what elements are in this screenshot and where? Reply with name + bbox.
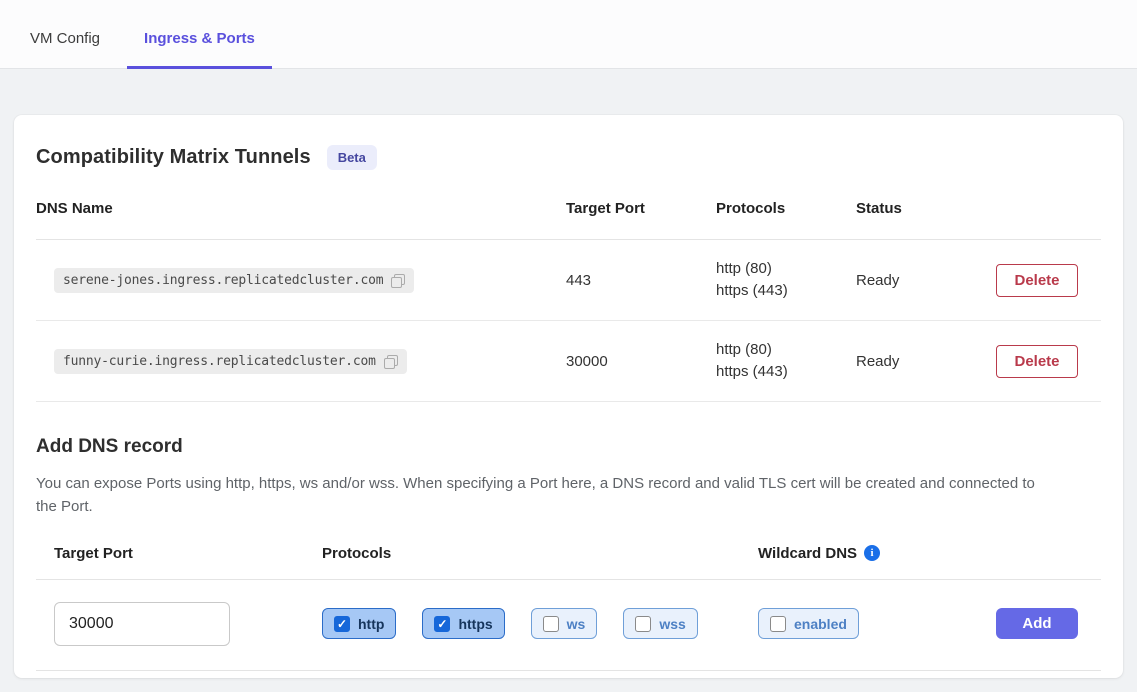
protocols-checkbox-group: http https ws wss [322, 608, 758, 639]
form-labels-row: Target Port Protocols Wildcard DNS i [36, 545, 1101, 580]
dns-name-pill: funny-curie.ingress.replicatedcluster.co… [54, 349, 407, 374]
col-header-target-port: Target Port [566, 180, 716, 239]
add-button[interactable]: Add [996, 608, 1078, 639]
tab-ingress-ports[interactable]: Ingress & Ports [127, 30, 272, 69]
dns-name-text: serene-jones.ingress.replicatedcluster.c… [63, 273, 383, 288]
wildcard-enabled-checkbox[interactable]: enabled [758, 608, 859, 639]
card-title: Compatibility Matrix Tunnels [36, 146, 311, 169]
table-row: funny-curie.ingress.replicatedcluster.co… [36, 321, 1101, 402]
dns-name-text: funny-curie.ingress.replicatedcluster.co… [63, 354, 376, 369]
beta-badge: Beta [327, 145, 377, 170]
col-header-dns-name: DNS Name [36, 180, 566, 239]
add-button-cell: Add [996, 608, 1101, 639]
add-dns-record-title: Add DNS record [36, 436, 1101, 458]
add-dns-record-description: You can expose Ports using http, https, … [36, 472, 1046, 519]
protocols-cell: http (80) https (443) [716, 258, 856, 302]
target-port-cell: 30000 [566, 353, 716, 370]
protocol-checkbox-label: wss [659, 616, 685, 632]
dns-name-pill: serene-jones.ingress.replicatedcluster.c… [54, 268, 414, 293]
checkbox-icon [543, 616, 559, 632]
protocol-line: https (443) [716, 280, 856, 302]
checkbox-icon [770, 616, 786, 632]
actions-cell: Delete [996, 345, 1101, 378]
form-controls-row: http https ws wss enabled Add [36, 580, 1101, 671]
tab-vm-config[interactable]: VM Config [13, 30, 117, 69]
checkbox-icon [334, 616, 350, 632]
dns-name-cell: funny-curie.ingress.replicatedcluster.co… [36, 349, 566, 374]
protocol-checkbox-wss[interactable]: wss [623, 608, 697, 639]
copy-icon[interactable] [383, 354, 398, 369]
protocol-checkbox-label: http [358, 616, 384, 632]
protocol-checkbox-https[interactable]: https [422, 608, 504, 639]
protocols-label: Protocols [322, 545, 758, 562]
dns-name-cell: serene-jones.ingress.replicatedcluster.c… [36, 268, 566, 293]
checkbox-icon [635, 616, 651, 632]
protocol-line: http (80) [716, 339, 856, 361]
card-title-row: Compatibility Matrix Tunnels Beta [36, 145, 1101, 170]
protocol-checkbox-label: https [458, 616, 492, 632]
delete-button[interactable]: Delete [996, 345, 1078, 378]
protocol-line: https (443) [716, 361, 856, 383]
status-cell: Ready [856, 353, 996, 370]
wildcard-dns-label: Wildcard DNS i [758, 545, 996, 562]
delete-button[interactable]: Delete [996, 264, 1078, 297]
protocol-line: http (80) [716, 258, 856, 280]
target-port-label: Target Port [36, 545, 322, 562]
tab-bar: VM Config Ingress & Ports [0, 0, 1137, 69]
wildcard-dns-control: enabled [758, 608, 996, 639]
target-port-field-wrap [36, 602, 322, 646]
table-header-row: DNS Name Target Port Protocols Status [36, 180, 1101, 240]
tunnels-card: Compatibility Matrix Tunnels Beta DNS Na… [14, 115, 1123, 678]
wildcard-enabled-label: enabled [794, 616, 847, 632]
info-icon[interactable]: i [864, 545, 880, 561]
copy-icon[interactable] [390, 273, 405, 288]
protocol-checkbox-label: ws [567, 616, 586, 632]
target-port-input[interactable] [54, 602, 230, 646]
checkbox-icon [434, 616, 450, 632]
table-row: serene-jones.ingress.replicatedcluster.c… [36, 240, 1101, 321]
protocols-cell: http (80) https (443) [716, 339, 856, 383]
protocol-checkbox-ws[interactable]: ws [531, 608, 598, 639]
protocol-checkbox-http[interactable]: http [322, 608, 396, 639]
wildcard-dns-label-text: Wildcard DNS [758, 545, 857, 562]
col-header-protocols: Protocols [716, 180, 856, 239]
target-port-cell: 443 [566, 272, 716, 289]
col-header-status: Status [856, 180, 996, 239]
actions-cell: Delete [996, 264, 1101, 297]
col-header-actions [996, 189, 1101, 231]
status-cell: Ready [856, 272, 996, 289]
